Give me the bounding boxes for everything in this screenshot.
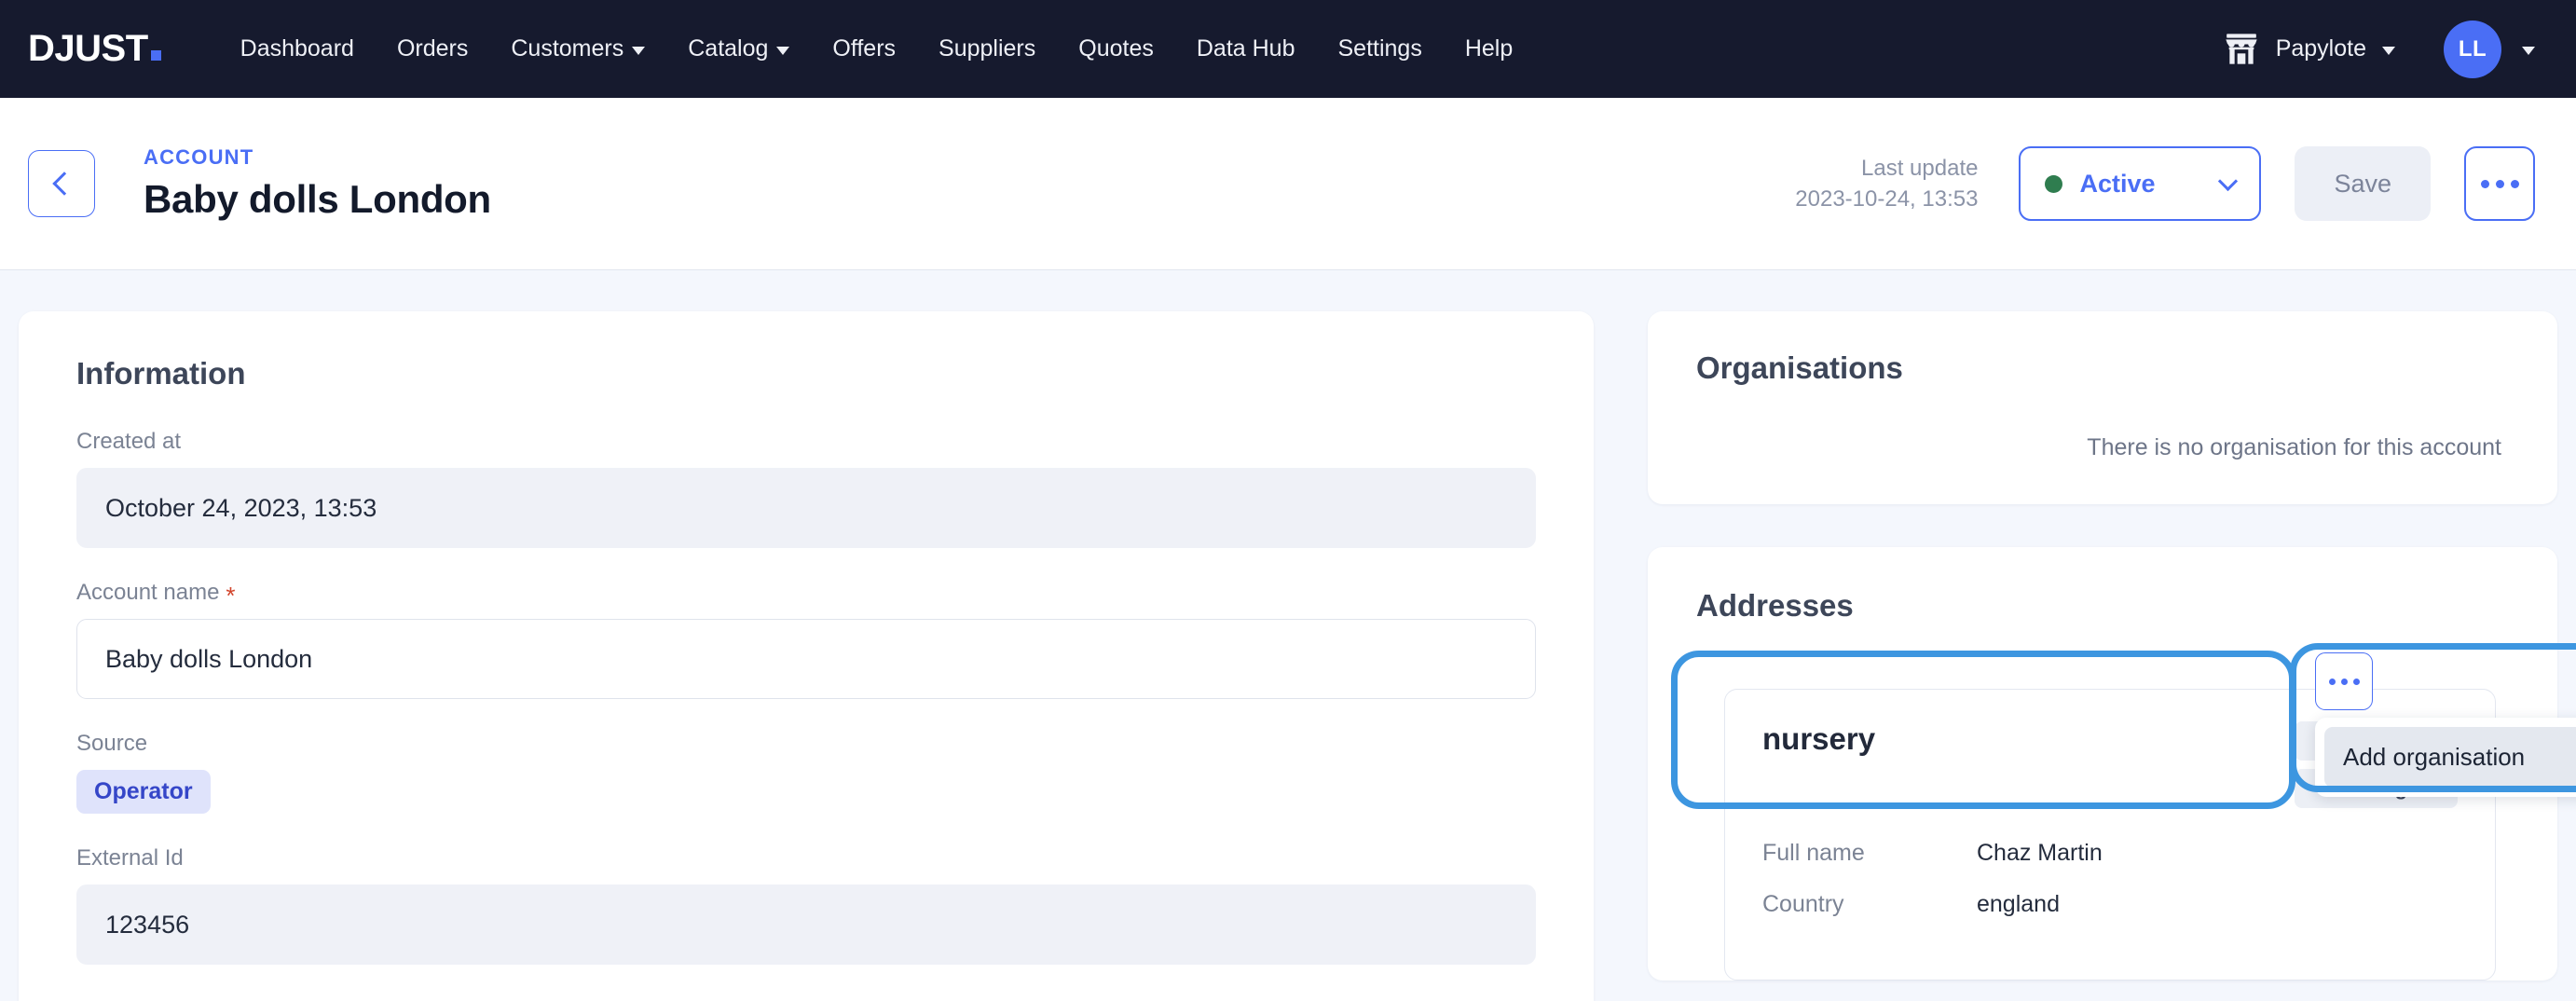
organisation-name: Papylote	[2276, 35, 2366, 62]
nav-label: Help	[1465, 35, 1513, 62]
nav-label: Customers	[511, 35, 623, 62]
nav-item-customers[interactable]: Customers	[489, 26, 666, 72]
nav-item-dashboard[interactable]: Dashboard	[219, 26, 376, 72]
field-source: Source Operator	[76, 731, 1536, 814]
ellipsis-icon	[2329, 679, 2336, 685]
header-actions: Last update 2023-10-24, 13:53 Active Sav…	[1795, 146, 2535, 221]
header-titles: ACCOUNT Baby dolls London	[144, 145, 491, 222]
top-navigation-bar: DJUST Dashboard Orders Customers Catalog…	[0, 0, 2576, 98]
ellipsis-icon	[2496, 180, 2504, 188]
right-column: Organisations There is no organisation f…	[1648, 311, 2557, 980]
djust-logo[interactable]: DJUST	[28, 28, 161, 70]
last-update-value: 2023-10-24, 13:53	[1795, 184, 1978, 214]
save-button[interactable]: Save	[2295, 146, 2431, 221]
chevron-down-icon	[2382, 47, 2395, 55]
organisations-heading: Organisations	[1696, 350, 2509, 386]
organisation-switcher[interactable]: Papylote	[2213, 25, 2405, 74]
row-value: england	[1977, 891, 2060, 918]
status-dropdown[interactable]: Active	[2019, 146, 2261, 221]
organisations-card: Organisations There is no organisation f…	[1648, 311, 2557, 504]
field-account-name: Account name * Baby dolls London	[76, 580, 1536, 699]
address-name: nursery	[1762, 721, 1875, 757]
organisations-menu: Add organisation	[2315, 652, 2576, 797]
nav-right-controls: Papylote LL	[2213, 21, 2535, 78]
row-key: Country	[1762, 891, 1977, 918]
user-menu[interactable]: LL	[2444, 21, 2535, 78]
label-text: Source	[76, 731, 147, 757]
ellipsis-icon	[2511, 180, 2519, 188]
ellipsis-icon	[2481, 180, 2489, 188]
main-content: Information Created at October 24, 2023,…	[0, 270, 2576, 1001]
address-row-country: Country england	[1762, 891, 2458, 918]
nav-item-settings[interactable]: Settings	[1317, 26, 1444, 72]
breadcrumb: ACCOUNT	[144, 145, 491, 170]
required-asterisk: *	[226, 583, 235, 608]
left-column: Information Created at October 24, 2023,…	[19, 311, 1594, 1001]
brand-dot-icon	[151, 50, 161, 61]
external-id-value: 123456	[76, 884, 1536, 965]
header-more-actions-button[interactable]	[2464, 146, 2535, 221]
menu-item-add-organisation[interactable]: Add organisation	[2324, 727, 2576, 788]
label-text: Account name	[76, 580, 219, 606]
information-card: Information Created at October 24, 2023,…	[19, 311, 1594, 1001]
source-label: Source	[76, 731, 1536, 757]
address-row-full-name: Full name Chaz Martin	[1762, 840, 2458, 867]
page-header: ACCOUNT Baby dolls London Last update 20…	[0, 98, 2576, 270]
nav-label: Offers	[832, 35, 896, 62]
nav-item-data-hub[interactable]: Data Hub	[1175, 26, 1317, 72]
nav-item-help[interactable]: Help	[1444, 26, 1534, 72]
row-key: Full name	[1762, 840, 1977, 867]
last-update-info: Last update 2023-10-24, 13:53	[1795, 153, 1978, 214]
nav-item-suppliers[interactable]: Suppliers	[917, 26, 1057, 72]
created-at-label: Created at	[76, 429, 1536, 455]
nav-item-orders[interactable]: Orders	[376, 26, 489, 72]
organisations-dropdown-panel: Add organisation	[2315, 718, 2576, 797]
nav-item-offers[interactable]: Offers	[811, 26, 917, 72]
nav-label: Dashboard	[240, 35, 354, 62]
organisations-empty-message: There is no organisation for this accoun…	[1696, 434, 2509, 461]
nav-label: Quotes	[1078, 35, 1154, 62]
source-badge: Operator	[76, 770, 211, 814]
chevron-left-icon	[52, 171, 75, 195]
nav-item-catalog[interactable]: Catalog	[666, 26, 811, 72]
nav-label: Orders	[397, 35, 468, 62]
information-heading: Information	[76, 356, 1536, 391]
ellipsis-icon	[2353, 679, 2360, 685]
chevron-down-icon	[632, 47, 645, 55]
back-button[interactable]	[28, 150, 95, 217]
label-text: External Id	[76, 845, 184, 871]
row-value: Chaz Martin	[1977, 840, 2103, 867]
brand-text: DJUST	[28, 28, 148, 70]
label-text: Created at	[76, 429, 181, 455]
nav-label: Data Hub	[1197, 35, 1295, 62]
ellipsis-icon	[2341, 679, 2348, 685]
main-nav-items: Dashboard Orders Customers Catalog Offer…	[219, 26, 1535, 72]
field-created-at: Created at October 24, 2023, 13:53	[76, 429, 1536, 548]
status-dot-icon	[2045, 175, 2062, 193]
addresses-heading: Addresses	[1696, 588, 2509, 624]
status-badge: Active	[2079, 170, 2187, 199]
external-id-label: External Id	[76, 845, 1536, 871]
chevron-down-icon	[2218, 171, 2238, 190]
chevron-down-icon	[2522, 47, 2535, 55]
created-at-value: October 24, 2023, 13:53	[76, 468, 1536, 548]
account-name-input[interactable]: Baby dolls London	[76, 619, 1536, 699]
account-name-label: Account name *	[76, 580, 1536, 606]
chevron-down-icon	[776, 47, 789, 55]
page-title: Baby dolls London	[144, 177, 491, 222]
avatar: LL	[2444, 21, 2501, 78]
nav-item-quotes[interactable]: Quotes	[1057, 26, 1175, 72]
organisations-more-actions-button[interactable]	[2315, 652, 2373, 710]
nav-label: Suppliers	[939, 35, 1035, 62]
nav-label: Settings	[1338, 35, 1422, 62]
storefront-icon	[2223, 31, 2260, 68]
last-update-label: Last update	[1795, 153, 1978, 184]
field-external-id: External Id 123456	[76, 845, 1536, 965]
nav-label: Catalog	[688, 35, 768, 62]
